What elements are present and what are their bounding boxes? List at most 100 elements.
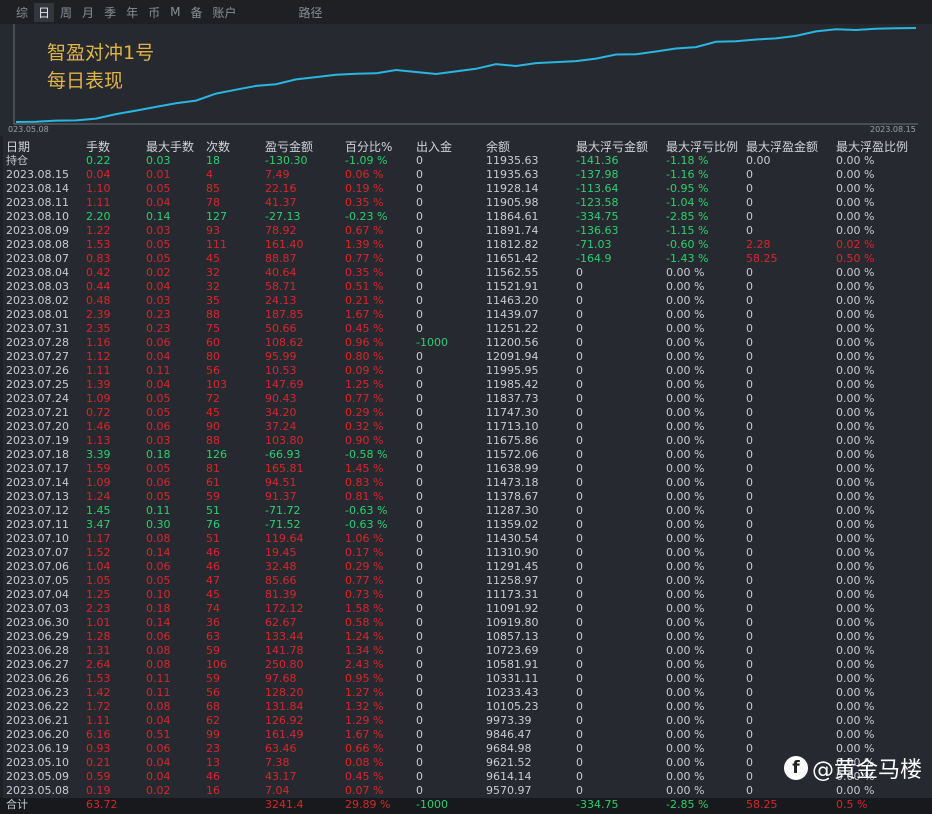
cell-balance: 10581.91: [486, 658, 539, 671]
cell-trades: 51: [206, 532, 220, 545]
table-row[interactable]: 2023.06.21 1.11 0.04 62 126.92 1.29 % 0 9973.39…: [0, 714, 932, 728]
tab-8[interactable]: 备: [186, 3, 206, 22]
table-row[interactable]: 2023.07.18 3.39 0.18 126 -66.93 -0.58 % 0 11572…: [0, 448, 932, 462]
cell-max-float-loss: 0: [576, 686, 583, 699]
cell-max-float-profit: 0: [746, 182, 753, 195]
table-row[interactable]: 2023.07.31 2.35 0.23 75 50.66 0.45 % 0 11251.22…: [0, 322, 932, 336]
cell-balance: 11928.14: [486, 182, 539, 195]
cell-trades: 45: [206, 252, 220, 265]
cell-lots: 1.46: [86, 420, 111, 433]
table-row[interactable]: 2023.07.13 1.24 0.05 59 91.37 0.81 % 0 11378.67…: [0, 490, 932, 504]
table-row[interactable]: 2023.06.22 1.72 0.08 68 131.84 1.32 % 0 10105.2…: [0, 700, 932, 714]
table-row[interactable]: 2023.08.03 0.44 0.04 32 58.71 0.51 % 0 11521.91…: [0, 280, 932, 294]
tab-10[interactable]: 路径: [295, 3, 327, 22]
table-row[interactable]: 2023.07.20 1.46 0.06 90 37.24 0.32 % 0 11713.10…: [0, 420, 932, 434]
tab-3[interactable]: 月: [78, 3, 98, 22]
cell-date: 2023.07.11: [6, 518, 69, 531]
cell-max-lots: 0.01: [146, 168, 171, 181]
table-row[interactable]: 2023.07.11 3.47 0.30 76 -71.52 -0.63 % 0 11359.…: [0, 518, 932, 532]
table-row[interactable]: 2023.06.23 1.42 0.11 56 128.20 1.27 % 0 10233.4…: [0, 686, 932, 700]
tab-5[interactable]: 年: [122, 3, 142, 22]
table-row[interactable]: 2023.08.14 1.10 0.05 85 22.16 0.19 % 0 11928.14…: [0, 182, 932, 196]
table-row[interactable]: 2023.07.27 1.12 0.04 80 95.99 0.80 % 0 12091.94…: [0, 350, 932, 364]
table-row[interactable]: 2023.08.04 0.42 0.02 32 40.64 0.35 % 0 11562.55…: [0, 266, 932, 280]
cell-percent: 0.58 %: [345, 616, 384, 629]
cell-balance: 11463.20: [486, 294, 539, 307]
cell-balance: 11812.82: [486, 238, 539, 251]
table-row[interactable]: 2023.06.29 1.28 0.06 63 133.44 1.24 % 0 10857.1…: [0, 630, 932, 644]
table-row[interactable]: 2023.07.26 1.11 0.11 56 10.53 0.09 % 0 11995.95…: [0, 364, 932, 378]
cell-max-float-loss: 0: [576, 784, 583, 797]
cell-deposit-withdraw: 0: [416, 350, 423, 363]
cell-trades: 56: [206, 686, 220, 699]
table-row[interactable]: 2023.06.28 1.31 0.08 59 141.78 1.34 % 0 10723.6…: [0, 644, 932, 658]
tab-1[interactable]: 日: [34, 2, 55, 22]
table-row[interactable]: 2023.07.21 0.72 0.05 45 34.20 0.29 % 0 11747.30…: [0, 406, 932, 420]
table-row[interactable]: 2023.06.27 2.64 0.08 106 250.80 2.43 % 0 10581.…: [0, 658, 932, 672]
cell-max-float-profit-pct: 0.00 %: [836, 504, 875, 517]
cell-balance: 10233.43: [486, 686, 539, 699]
table-row[interactable]: 2023.08.09 1.22 0.03 93 78.92 0.67 % 0 11891.74…: [0, 224, 932, 238]
cell-balance: 9973.39: [486, 714, 532, 727]
cell-max-lots: 0.11: [146, 364, 171, 377]
table-row[interactable]: 2023.07.10 1.17 0.08 51 119.64 1.06 % 0 11430.5…: [0, 532, 932, 546]
table-row[interactable]: 2023.07.05 1.05 0.05 47 85.66 0.77 % 0 11258.97…: [0, 574, 932, 588]
table-row[interactable]: 2023.08.15 0.04 0.01 4 7.49 0.06 % 0 11935.63 -1…: [0, 168, 932, 182]
cell-max-lots: 0.04: [146, 770, 171, 783]
cell-trades: 127: [206, 210, 227, 223]
table-row[interactable]: 2023.07.06 1.04 0.06 46 32.48 0.29 % 0 11291.45…: [0, 560, 932, 574]
cell-deposit-withdraw: 0: [416, 280, 423, 293]
table-header[interactable]: 日期 手数 最大手数 次数 盈亏金额 百分比% 出入金 余额 最大浮亏金额 最大浮亏比例 最大浮盈金…: [0, 140, 932, 154]
tab-7[interactable]: M: [166, 4, 184, 20]
table-row[interactable]: 2023.06.20 6.16 0.51 99 161.49 1.67 % 0 9846.47…: [0, 728, 932, 742]
table-row[interactable]: 2023.08.11 1.11 0.04 78 41.37 0.35 % 0 11905.98…: [0, 196, 932, 210]
tab-2[interactable]: 周: [56, 3, 76, 22]
cell-max-float-loss: 0: [576, 378, 583, 391]
table-row[interactable]: 2023.08.08 1.53 0.05 111 161.40 1.39 % 0 11812.…: [0, 238, 932, 252]
table-row[interactable]: 2023.07.25 1.39 0.04 103 147.69 1.25 % 0 11985.…: [0, 378, 932, 392]
table-row[interactable]: 2023.05.08 0.19 0.02 16 7.04 0.07 % 0 9570.97 0 0…: [0, 784, 932, 798]
cell-balance: 10919.80: [486, 616, 539, 629]
tab-6[interactable]: 币: [144, 3, 164, 22]
table-row[interactable]: 2023.07.28 1.16 0.06 60 108.62 0.96 % -1000 112…: [0, 336, 932, 350]
cell-pnl: 63.46: [265, 742, 297, 755]
cell-max-float-profit-pct: 最大浮盈比例: [836, 140, 909, 154]
cell-date: 2023.07.10: [6, 532, 69, 545]
cell-date: 2023.08.09: [6, 224, 69, 237]
table-row[interactable]: 2023.07.12 1.45 0.11 51 -71.72 -0.63 % 0 11287.…: [0, 504, 932, 518]
tab-4[interactable]: 季: [100, 3, 120, 22]
table-row[interactable]: 2023.06.26 1.53 0.11 59 97.68 0.95 % 0 10331.11…: [0, 672, 932, 686]
cell-lots: 6.16: [86, 728, 111, 741]
cell-max-float-profit-pct: 0.00 %: [836, 196, 875, 209]
table-row[interactable]: 2023.08.02 0.48 0.03 35 24.13 0.21 % 0 11463.20…: [0, 294, 932, 308]
cell-balance: 9846.47: [486, 728, 532, 741]
cell-max-float-loss-pct: 0.00 %: [666, 336, 705, 349]
cell-max-float-loss: 0: [576, 756, 583, 769]
holding-row[interactable]: 持仓 0.22 0.03 18 -130.30 -1.09 % 0 11935.63 -141.…: [0, 154, 932, 168]
table-row[interactable]: 2023.07.14 1.09 0.06 61 94.51 0.83 % 0 11473.18…: [0, 476, 932, 490]
cell-pnl: 62.67: [265, 616, 297, 629]
tab-9[interactable]: 账户: [208, 3, 240, 22]
cell-pnl: 141.78: [265, 644, 304, 657]
cell-date: 2023.08.01: [6, 308, 69, 321]
cell-lots: 1.28: [86, 630, 111, 643]
table-row[interactable]: 2023.08.07 0.83 0.05 45 88.87 0.77 % 0 11651.42…: [0, 252, 932, 266]
cell-max-lots: 0.04: [146, 196, 171, 209]
tab-0[interactable]: 综: [12, 3, 32, 22]
table-row[interactable]: 2023.08.10 2.20 0.14 127 -27.13 -0.23 % 0 11864…: [0, 210, 932, 224]
cell-deposit-withdraw: 0: [416, 266, 423, 279]
table-row[interactable]: 2023.07.03 2.23 0.18 74 172.12 1.58 % 0 11091.9…: [0, 602, 932, 616]
period-tabs: 综日周月季年币 M 备账户 路径: [0, 0, 932, 24]
table-row[interactable]: 2023.06.30 1.01 0.14 36 62.67 0.58 % 0 10919.80…: [0, 616, 932, 630]
cell-deposit-withdraw: 0: [416, 546, 423, 559]
table-row[interactable]: 2023.07.07 1.52 0.14 46 19.45 0.17 % 0 11310.90…: [0, 546, 932, 560]
cell-balance: 11251.22: [486, 322, 539, 335]
cell-max-lots: 0.30: [146, 518, 171, 531]
table-row[interactable]: 2023.07.24 1.09 0.05 72 90.43 0.77 % 0 11837.73…: [0, 392, 932, 406]
table-row[interactable]: 2023.08.01 2.39 0.23 88 187.85 1.67 % 0 11439.0…: [0, 308, 932, 322]
table-row[interactable]: 2023.07.19 1.13 0.03 88 103.80 0.90 % 0 11675.8…: [0, 434, 932, 448]
cell-percent: 0.90 %: [345, 434, 384, 447]
cell-balance: 11905.98: [486, 196, 539, 209]
table-row[interactable]: 2023.07.17 1.59 0.05 81 165.81 1.45 % 0 11638.9…: [0, 462, 932, 476]
table-row[interactable]: 2023.07.04 1.25 0.10 45 81.39 0.73 % 0 11173.31…: [0, 588, 932, 602]
